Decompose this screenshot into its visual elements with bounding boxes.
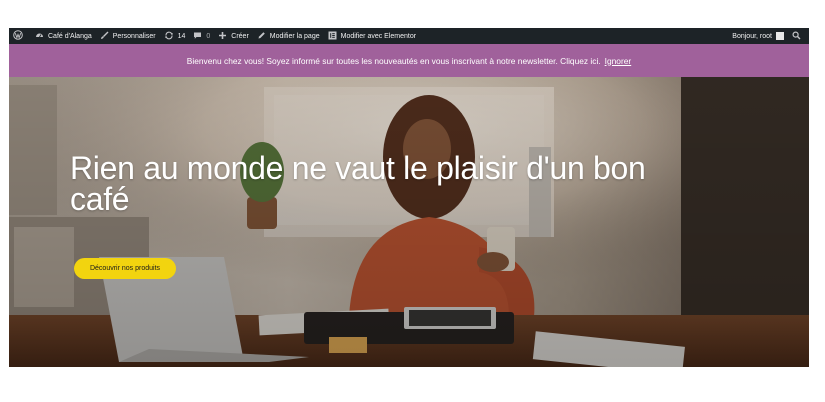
- pencil-icon: [257, 31, 270, 42]
- my-account-menu[interactable]: Bonjour, root: [728, 28, 788, 44]
- elementor-icon: [328, 31, 341, 42]
- new-content-menu[interactable]: Créer: [214, 28, 253, 44]
- edit-elementor-label: Modifier avec Elementor: [340, 32, 417, 40]
- admin-bar: Café d'Alanga Personnaliser 14 0 Créer M…: [9, 28, 809, 44]
- site-name-menu[interactable]: Café d'Alanga: [31, 28, 96, 44]
- wordpress-icon: [13, 30, 27, 42]
- new-label: Créer: [231, 32, 249, 40]
- notice-dismiss-link[interactable]: Ignorer: [605, 56, 632, 66]
- edit-elementor-link[interactable]: Modifier avec Elementor: [324, 28, 420, 44]
- hero-section: Rien au monde ne vaut le plaisir d'un bo…: [9, 77, 809, 367]
- updates-link[interactable]: 14: [160, 28, 190, 44]
- hero-title: Rien au monde ne vaut le plaisir d'un bo…: [70, 150, 646, 217]
- avatar: [776, 32, 784, 40]
- search-icon: [792, 30, 805, 42]
- newsletter-notice: Bienvenu chez vous! Soyez informé sur to…: [9, 44, 809, 77]
- comments-count: 0: [206, 32, 211, 40]
- browser-viewport: Café d'Alanga Personnaliser 14 0 Créer M…: [9, 28, 809, 367]
- customize-link[interactable]: Personnaliser: [96, 28, 160, 44]
- discover-products-button[interactable]: Découvrir nos produits: [74, 258, 176, 279]
- updates-count: 14: [177, 32, 186, 40]
- brush-icon: [100, 31, 113, 42]
- plus-icon: [218, 31, 231, 42]
- admin-search[interactable]: [788, 28, 809, 44]
- refresh-icon: [164, 31, 178, 42]
- comment-icon: [193, 31, 206, 42]
- comments-link[interactable]: 0: [189, 28, 214, 44]
- edit-page-label: Modifier la page: [269, 32, 320, 40]
- greeting: Bonjour, root: [732, 32, 772, 40]
- notice-message[interactable]: Bienvenu chez vous! Soyez informé sur to…: [187, 56, 601, 66]
- dashboard-icon: [35, 31, 48, 42]
- site-name: Café d'Alanga: [48, 32, 92, 40]
- customize-label: Personnaliser: [112, 32, 156, 40]
- wp-logo-menu[interactable]: [9, 28, 31, 44]
- hero-background-image: [9, 77, 809, 367]
- edit-page-link[interactable]: Modifier la page: [253, 28, 324, 44]
